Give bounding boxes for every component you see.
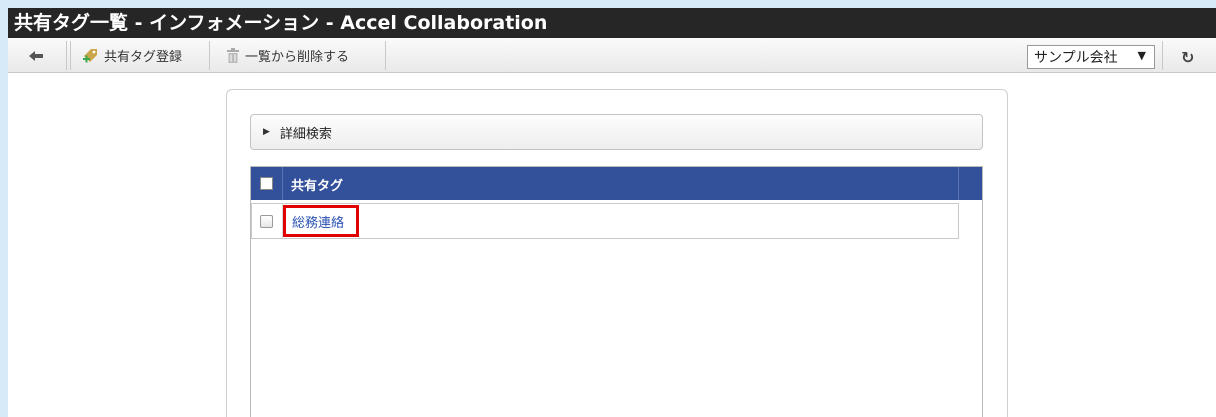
chevron-down-icon: ▼ (1137, 49, 1146, 62)
tag-add-icon (83, 48, 97, 62)
toolbar-divider (66, 41, 67, 70)
header-divider (958, 167, 959, 200)
back-arrow-icon (29, 50, 43, 61)
company-select[interactable]: サンプル会社 ▼ (1027, 45, 1155, 69)
register-shared-tag-label: 共有タグ登録 (104, 50, 183, 65)
refresh-button[interactable]: ↻ (1181, 48, 1194, 67)
highlight-box (283, 205, 359, 237)
table-header: 共有タグ (251, 167, 982, 200)
back-button[interactable] (28, 42, 44, 69)
refresh-icon: ↻ (1181, 48, 1195, 67)
select-all-checkbox[interactable] (260, 177, 273, 190)
header-divider (282, 167, 283, 200)
toolbar-divider (385, 41, 386, 70)
advanced-search-label: 詳細検索 (279, 126, 332, 142)
register-shared-tag-button[interactable]: 共有タグ登録 (82, 42, 182, 69)
trash-icon (227, 47, 239, 63)
remove-from-list-label: 一覧から削除する (245, 50, 350, 65)
advanced-search-toggle[interactable]: ▶ 詳細検索 (250, 114, 983, 150)
shared-tag-table: 共有タグ 総務連絡 (250, 166, 983, 417)
shared-tag-column-header: 共有タグ (291, 179, 344, 194)
company-select-value: サンプル会社 (1034, 50, 1118, 66)
toolbar: 共有タグ登録 一覧から削除する サンプル会社 ▼ ↻ (8, 38, 1216, 73)
window-title: 共有タグ一覧 - インフォメーション - Accel Collaboration (8, 8, 1216, 38)
toolbar-divider (209, 41, 210, 70)
row-checkbox[interactable] (260, 215, 273, 228)
caret-right-icon: ▶ (263, 127, 270, 137)
toolbar-divider (1162, 41, 1163, 70)
toolbar-divider (70, 41, 71, 70)
remove-from-list-button[interactable]: 一覧から削除する (226, 42, 349, 69)
